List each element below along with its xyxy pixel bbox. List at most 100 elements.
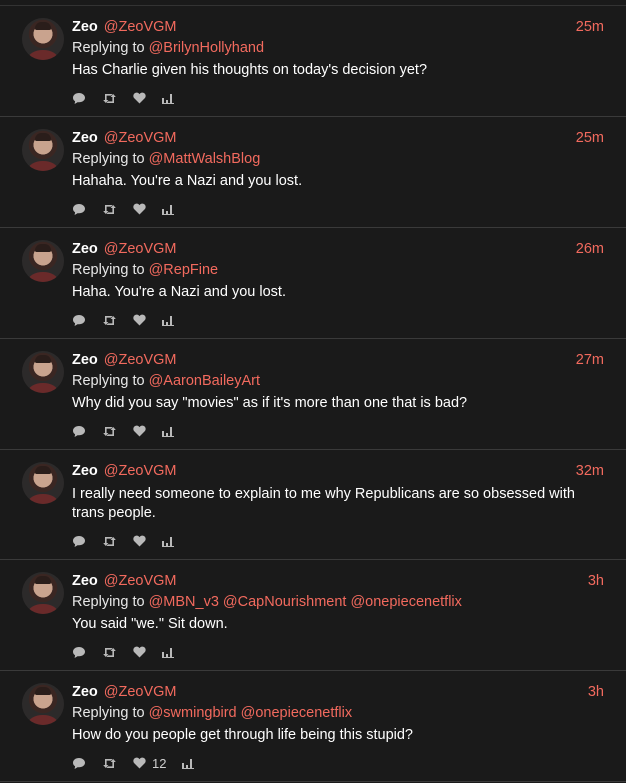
heart-icon[interactable]: 12 [133,756,166,771]
tweet-actions [72,80,610,116]
timestamp[interactable]: 32m [576,462,604,480]
author-handle[interactable]: @ZeoVGM [104,572,177,590]
replying-to-label: Replying to [72,262,145,278]
tweet[interactable]: Zeo @ZeoVGM 3h Replying to @MBN_v3 @CapNo… [0,560,626,671]
stats-icon[interactable] [162,315,174,326]
reply-icon[interactable] [72,314,86,327]
tweet-text: Has Charlie given his thoughts on today'… [72,62,428,78]
author-handle[interactable]: @ZeoVGM [104,18,177,36]
tweet-list: Zeo @ZeoVGM 25m Replying to @BrilynHolly… [0,6,626,782]
author-handle[interactable]: @ZeoVGM [104,129,177,147]
avatar[interactable] [22,240,64,282]
heart-icon[interactable] [133,92,146,104]
mentions: @MBN_v3 @CapNourishment @onepiecenetflix [149,594,466,610]
mention-link[interactable]: @MattWalshBlog [149,151,261,167]
tweet-header: Zeo @ZeoVGM [72,240,610,258]
timestamp[interactable]: 26m [576,240,604,258]
tweet[interactable]: Zeo @ZeoVGM 25m Replying to @MattWalshBl… [0,117,626,228]
author-name[interactable]: Zeo [72,240,98,258]
heart-icon[interactable] [133,425,146,437]
tweet-text: Why did you say "movies" as if it's more… [72,395,468,411]
stats-icon[interactable] [182,758,195,769]
author-name[interactable]: Zeo [72,683,98,701]
heart-icon[interactable] [133,646,146,658]
heart-icon[interactable] [133,535,146,547]
mentions: @RepFine [149,262,223,278]
like-count: 12 [152,755,167,771]
reply-icon[interactable] [72,203,86,216]
author-name[interactable]: Zeo [72,572,98,590]
tweet-header: Zeo @ZeoVGM [72,129,610,147]
retweet-icon[interactable] [102,535,117,548]
author-name[interactable]: Zeo [72,129,98,147]
retweet-icon[interactable] [102,314,117,327]
replying-to-label: Replying to [72,151,145,167]
retweet-icon[interactable] [102,92,117,105]
reply-icon[interactable] [72,92,86,105]
author-handle[interactable]: @ZeoVGM [104,240,177,258]
tweet[interactable]: Zeo @ZeoVGM 25m Replying to @BrilynHolly… [0,6,626,117]
tweet-header: Zeo @ZeoVGM [72,462,610,480]
stats-icon[interactable] [162,647,174,658]
avatar[interactable] [22,462,64,504]
timestamp[interactable]: 27m [576,351,604,369]
heart-icon[interactable] [133,203,146,215]
mention-link[interactable]: @swmingbird [149,705,237,721]
avatar[interactable] [22,683,64,725]
timestamp[interactable]: 25m [576,129,604,147]
heart-icon[interactable] [133,314,146,326]
retweet-icon[interactable] [102,203,117,216]
reply-icon[interactable] [72,535,86,548]
retweet-icon[interactable] [102,425,117,438]
author-handle[interactable]: @ZeoVGM [104,351,177,369]
stats-icon[interactable] [162,536,174,547]
reply-icon[interactable] [72,425,86,438]
avatar[interactable] [22,129,64,171]
avatar[interactable] [22,18,64,60]
mention-link[interactable]: @BrilynHollyhand [149,40,264,56]
tweet-actions [72,634,610,670]
retweet-icon[interactable] [102,646,117,659]
retweet-icon[interactable] [102,757,117,770]
mention-link[interactable]: @MBN_v3 [149,594,219,610]
tweet[interactable]: Zeo @ZeoVGM 3h Replying to @swmingbird @o… [0,671,626,782]
timestamp[interactable]: 3h [588,683,604,701]
author-handle[interactable]: @ZeoVGM [104,462,177,480]
stats-icon[interactable] [162,426,174,437]
timestamp[interactable]: 25m [576,18,604,36]
mention-link[interactable]: @onepiecenetflix [241,705,352,721]
mention-link[interactable]: @onepiecenetflix [350,594,461,610]
mentions: @swmingbird @onepiecenetflix [149,705,357,721]
tweet[interactable]: Zeo @ZeoVGM 26m Replying to @RepFine Hah… [0,228,626,339]
tweet-actions: 12 [72,745,610,781]
author-handle[interactable]: @ZeoVGM [104,683,177,701]
tweet-text: Haha. You're a Nazi and you lost. [72,284,286,300]
avatar[interactable] [22,351,64,393]
tweet-text: How do you people get through life being… [72,727,413,743]
author-name[interactable]: Zeo [72,18,98,36]
author-name[interactable]: Zeo [72,351,98,369]
mentions: @MattWalshBlog [149,151,265,167]
mention-link[interactable]: @CapNourishment [223,594,347,610]
tweet-text: You said "we." Sit down. [72,616,228,632]
tweet-feed: Zeo @ZeoVGM 25m Replying to @BrilynHolly… [0,0,626,783]
replying-to: Replying to @RepFine [72,260,610,281]
reply-icon[interactable] [72,757,86,770]
replying-to: Replying to @BrilynHollyhand [72,38,610,59]
tweet[interactable]: Zeo @ZeoVGM 27m Replying to @AaronBailey… [0,339,626,450]
tweet-header: Zeo @ZeoVGM [72,572,610,590]
timestamp[interactable]: 3h [588,572,604,590]
avatar[interactable] [22,572,64,614]
stats-icon[interactable] [162,93,174,104]
tweet[interactable]: Zeo @ZeoVGM 32m I really need someone to… [0,450,626,560]
tweet-header: Zeo @ZeoVGM [72,683,610,701]
reply-icon[interactable] [72,646,86,659]
stats-icon[interactable] [162,204,174,215]
mention-link[interactable]: @AaronBaileyArt [149,373,260,389]
replying-to-label: Replying to [72,373,145,389]
mention-link[interactable]: @RepFine [149,262,219,278]
author-name[interactable]: Zeo [72,462,98,480]
tweet-header: Zeo @ZeoVGM [72,351,610,369]
tweet-header: Zeo @ZeoVGM [72,18,610,36]
tweet-actions [72,191,610,227]
